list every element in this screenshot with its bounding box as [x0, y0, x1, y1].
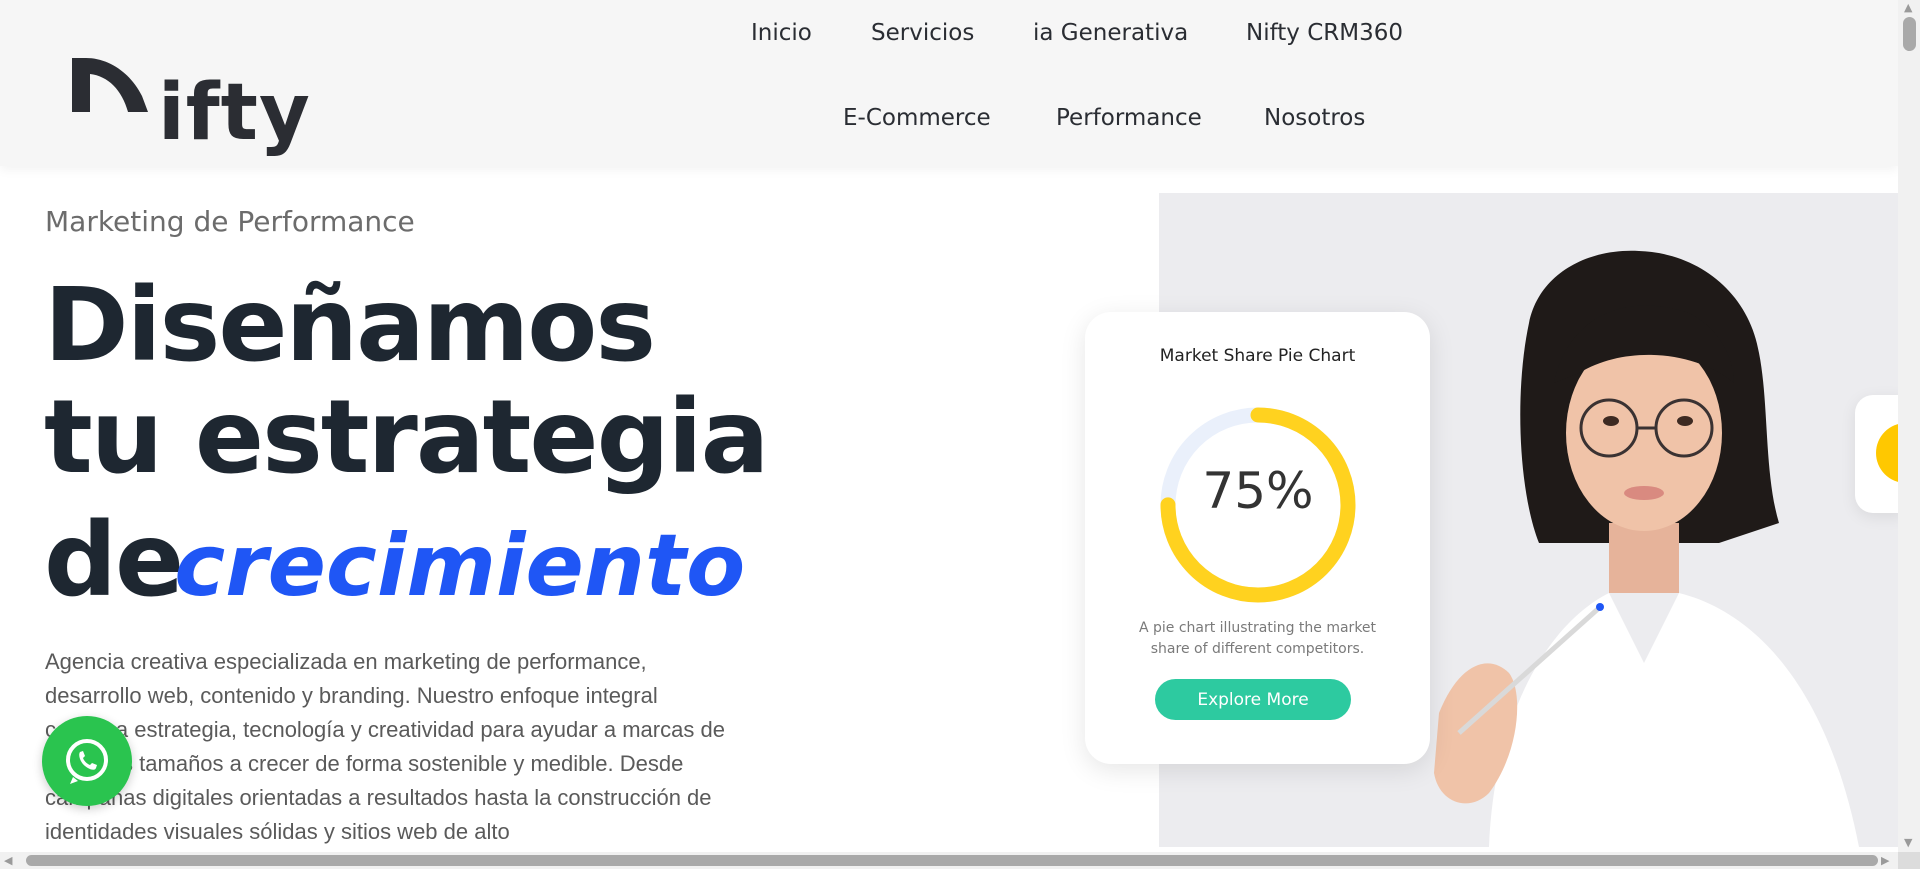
hero-headline-line1: Diseñamos — [44, 266, 656, 385]
whatsapp-icon — [66, 739, 108, 784]
card-title: Market Share Pie Chart — [1159, 346, 1356, 366]
scroll-down-arrow-icon[interactable]: ▼ — [1904, 837, 1912, 848]
horizontal-scroll-thumb[interactable] — [26, 855, 1878, 866]
site-header: ifty Inicio Servicios ia Generativa Nift… — [0, 0, 1898, 166]
nav-performance[interactable]: Performance — [1056, 105, 1202, 131]
hero-headline-prefix: de — [44, 501, 184, 620]
whatsapp-button[interactable] — [42, 716, 132, 806]
logo-wordmark: ifty — [158, 68, 311, 158]
scroll-up-arrow-icon[interactable]: ▲ — [1904, 2, 1912, 13]
hero-headline-line3: decrecimiento — [44, 510, 745, 612]
scrollbar-corner — [1898, 852, 1920, 869]
nav-nifty-crm360[interactable]: Nifty CRM360 — [1246, 20, 1403, 46]
hero-headline-accent: crecimiento — [174, 516, 746, 616]
hero-headline-line2: tu estrategia — [44, 378, 769, 497]
donut-value-label: 75% — [1202, 462, 1314, 520]
nav-servicios[interactable]: Servicios — [871, 20, 974, 46]
scroll-right-arrow-icon[interactable]: ▶ — [1881, 855, 1889, 866]
nav-e-commerce[interactable]: E-Commerce — [843, 105, 991, 131]
nav-ia-generativa[interactable]: ia Generativa — [1033, 20, 1188, 46]
scroll-left-arrow-icon[interactable]: ◀ — [4, 855, 12, 866]
hero-eyebrow: Marketing de Performance — [45, 205, 415, 238]
hero-description: Agencia creativa especializada en market… — [45, 649, 725, 844]
card-description: A pie chart illustrating the market shar… — [1138, 620, 1377, 657]
vertical-scrollbar[interactable] — [1898, 0, 1920, 852]
explore-more-button[interactable]: Explore More — [1155, 679, 1351, 720]
nav-inicio[interactable]: Inicio — [751, 20, 812, 46]
vertical-scroll-thumb[interactable] — [1903, 17, 1916, 51]
market-share-card: Market Share Pie Chart 75% A pie chart i… — [1085, 312, 1430, 764]
logo-n-mark-icon — [72, 58, 148, 112]
nav-nosotros[interactable]: Nosotros — [1264, 105, 1365, 131]
nifty-logo[interactable]: ifty — [68, 44, 310, 152]
